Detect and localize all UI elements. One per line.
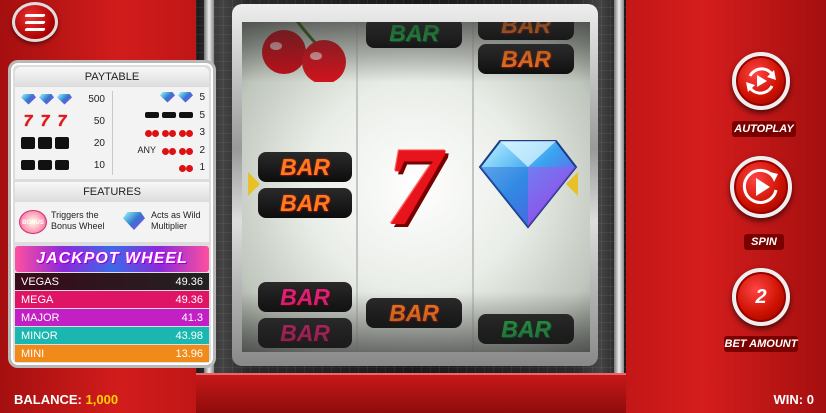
menu-button[interactable] [12, 2, 58, 42]
seven-icon: 7 [23, 112, 33, 130]
bonus-description: Triggers the Bonus Wheel [51, 210, 105, 231]
bar-icon [21, 160, 35, 170]
win-line-right-arrow [566, 172, 578, 196]
paytable-row: 5 [115, 107, 207, 123]
reel-window: BAR BAR BAR BAR BAR 7 BAR BAR BAR BAR [242, 22, 590, 352]
jackpot-row-major: MAJOR 41.3 [15, 309, 209, 326]
chrome-pillar-right [614, 0, 624, 413]
bar-icon [55, 160, 69, 170]
spin-button[interactable] [730, 156, 792, 218]
bar-symbol: BAR [258, 188, 352, 218]
balance-display: BALANCE: 1,000 [14, 392, 119, 407]
diamond-symbol [478, 140, 578, 229]
jackpot-wheel-banner: JACKPOT WHEEL [15, 246, 209, 272]
cherry-icon [179, 145, 193, 155]
double-bar-icon [21, 137, 35, 149]
paytable-row: 20 [21, 134, 107, 152]
paytable-row: 10 [21, 156, 107, 174]
autoplay-button[interactable] [732, 52, 790, 110]
cherry-icon [162, 145, 176, 155]
paytable-row: 1 [115, 159, 207, 175]
bar-icon [179, 112, 193, 118]
spin-label[interactable]: SPIN [744, 234, 784, 250]
win-line-left-arrow [248, 172, 260, 196]
win-display: WIN: 0 [773, 392, 814, 407]
jackpot-row-mini: MINI 13.96 [15, 345, 209, 362]
diamond-icon [57, 93, 72, 105]
jackpot-row-minor: MINOR 43.98 [15, 327, 209, 344]
bar-icon [145, 112, 159, 118]
wild-description: Acts as Wild Multiplier [151, 210, 201, 231]
seven-symbol: 7 [386, 125, 442, 249]
autoplay-icon [746, 67, 776, 95]
paytable-row: 777 50 [21, 112, 107, 130]
paytable-body: 500 777 50 20 10 5 5 3 ANY 2 1 [15, 87, 209, 179]
bonus-icon: BONUS [19, 210, 47, 234]
double-bar-icon [38, 137, 52, 149]
diamond-icon [178, 91, 193, 103]
bet-amount-label[interactable]: BET AMOUNT [724, 336, 798, 352]
menu-icon [24, 13, 46, 17]
cherry-icon [145, 127, 159, 137]
seven-icon: 7 [40, 112, 50, 130]
cherry-icon [162, 127, 176, 137]
paytable-title: PAYTABLE [15, 67, 209, 87]
seven-icon: 7 [57, 112, 67, 130]
bet-amount-button[interactable]: 2 [732, 268, 790, 326]
cherry-icon [179, 127, 193, 137]
double-bar-icon [55, 137, 69, 149]
bet-value: 2 [755, 286, 767, 308]
diamond-icon [160, 91, 175, 103]
bar-icon [162, 112, 176, 118]
features-body: BONUS Triggers the Bonus Wheel Acts as W… [15, 202, 209, 242]
spin-icon [742, 168, 778, 204]
info-panel: PAYTABLE 500 777 50 20 10 5 5 3 ANY 2 1 … [8, 60, 216, 368]
paytable-row: 3 [115, 124, 207, 140]
jackpot-row-vegas: VEGAS 49.36 [15, 273, 209, 290]
features-title: FEATURES [15, 182, 209, 202]
paytable-row: 5 [115, 89, 207, 105]
cherry-icon [179, 162, 193, 172]
autoplay-label[interactable]: AUTOPLAY [732, 121, 796, 137]
diamond-icon [21, 93, 36, 105]
bar-symbol: BAR [258, 152, 352, 182]
paytable-row: 500 [21, 90, 107, 108]
wild-diamond-icon [123, 212, 145, 230]
paytable-row: ANY 2 [137, 144, 205, 156]
bar-icon [38, 160, 52, 170]
jackpot-row-mega: MEGA 49.36 [15, 291, 209, 308]
status-bar: BALANCE: 1,000 WIN: 0 [0, 388, 826, 413]
diamond-icon [39, 93, 54, 105]
